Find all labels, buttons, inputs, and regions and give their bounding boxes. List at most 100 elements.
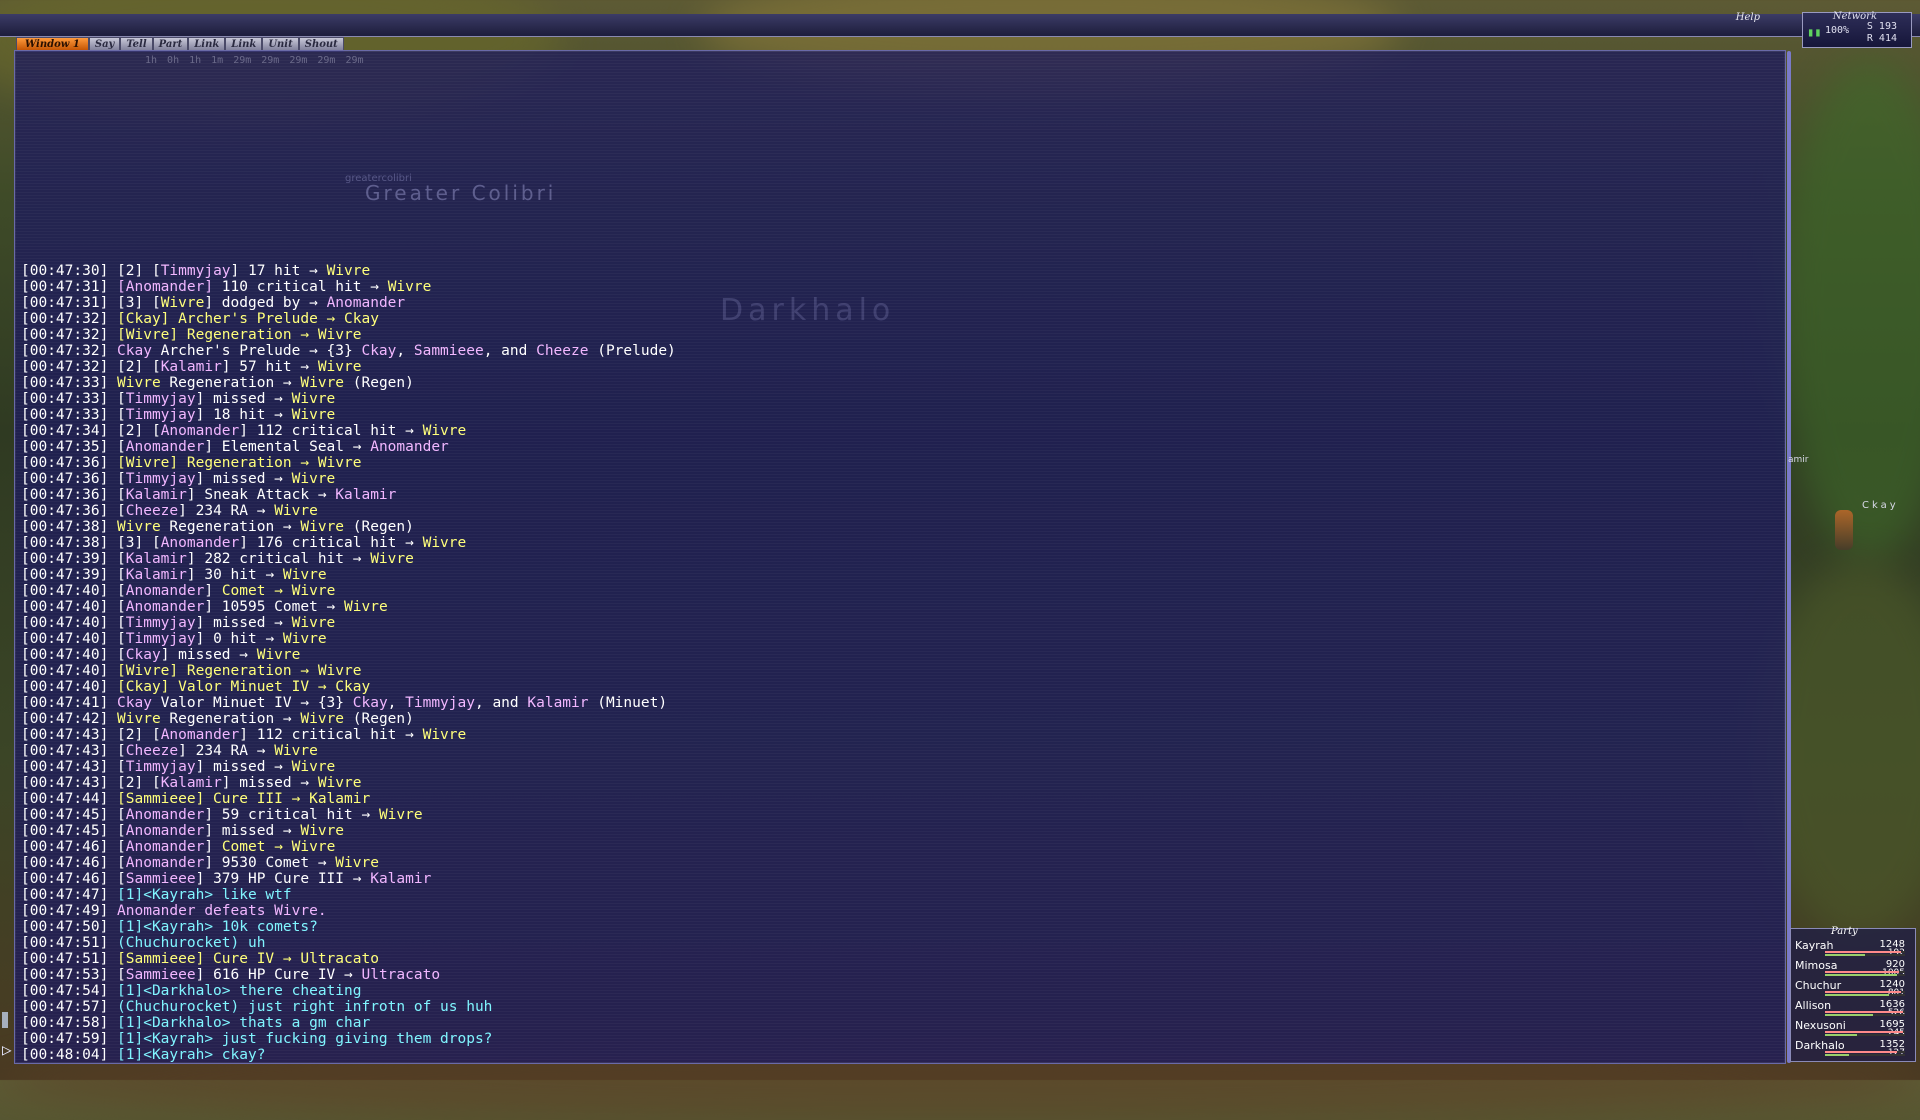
party-member[interactable]: Mimosa 920 1005 <box>1795 959 1911 979</box>
party-member-mp: 1005 <box>1882 968 1905 978</box>
chat-segment: Wivre <box>344 599 388 615</box>
chat-segment: [00:47:47] <box>21 887 118 903</box>
chat-segment: Archer's Prelude → {3} <box>151 343 362 359</box>
chat-segment: Wivre <box>291 391 336 407</box>
chat-segment: Ckay <box>117 343 152 359</box>
buff-timer: 29m <box>261 55 280 66</box>
chat-segment: Kalamir <box>527 695 589 711</box>
chat-segment: [00:47:46] [ <box>21 855 126 871</box>
chat-segment: ] missed → <box>160 647 257 663</box>
chat-line: [00:47:45] [Anomander] 59 critical hit →… <box>21 807 676 823</box>
help-label[interactable]: Help <box>1736 12 1760 23</box>
chat-segment: [00:47:40] [ <box>21 583 126 599</box>
mp-bar <box>1825 1054 1905 1056</box>
chat-segment: [00:47:40] [ <box>21 615 126 631</box>
chat-segment: Ckay <box>117 695 152 711</box>
chat-line: [00:47:36] [Kalamir] Sneak Attack → Kala… <box>21 487 676 503</box>
chat-segment: [00:47:36] <box>21 455 118 471</box>
chat-segment: [00:47:39] [ <box>21 567 126 583</box>
chat-line: [00:47:33] [Timmyjay] 18 hit → Wivre <box>21 407 676 423</box>
signal-icon: ▮▮ <box>1807 25 1822 39</box>
chat-segment: Ultracato <box>361 967 441 983</box>
party-member[interactable]: Nexusoni 1695 245 <box>1795 1019 1911 1039</box>
chat-segment: Wivre <box>335 855 379 871</box>
chat-line: [00:47:31] [3] [Wivre] dodged by → Anoma… <box>21 295 676 311</box>
chat-segment: , <box>396 343 414 359</box>
chat-line: [00:47:38] [3] [Anomander] 176 critical … <box>21 535 676 551</box>
chat-segment: ] 379 HP Cure III → <box>195 871 371 887</box>
chat-segment: ] 59 critical hit → <box>204 807 379 823</box>
chat-segment: Kalamir <box>370 871 432 887</box>
chat-segment: Valor Minuet IV → {3} <box>151 695 353 711</box>
chat-segment: Sammieee <box>125 871 196 887</box>
chat-segment: Sammieee <box>413 343 484 359</box>
chat-segment: [00:47:46] [ <box>21 871 126 887</box>
hp-bar <box>1825 1011 1905 1013</box>
chat-segment: (Chuchurocket) uh <box>117 935 266 951</box>
chat-segment: [1]<Kayrah> just fucking giving them dro… <box>117 1031 493 1047</box>
chat-segment: ] missed → <box>221 775 318 791</box>
mp-bar <box>1825 994 1905 996</box>
chat-scrollbar[interactable] <box>1787 51 1791 1063</box>
chat-segment: [00:47:59] <box>21 1031 118 1047</box>
chat-cursor-icon[interactable]: ▷ <box>2 1040 12 1059</box>
chat-segment: Wivre <box>256 647 301 663</box>
chat-segment: [00:47:42] <box>21 711 118 727</box>
chat-segment: [00:47:32] <box>21 343 118 359</box>
chat-segment: Wivre <box>422 535 467 551</box>
chat-line: [00:47:51] [Sammieee] Cure IV → Ultracat… <box>21 951 676 967</box>
chat-line: [00:47:40] [Anomander] Comet → Wivre <box>21 583 676 599</box>
party-member[interactable]: Kayrah 1248 192 <box>1795 939 1911 959</box>
chat-segment: Wivre <box>282 567 327 583</box>
chat-line: [00:47:41] Ckay Valor Minuet IV → {3} Ck… <box>21 695 676 711</box>
chat-segment: (Prelude) <box>588 343 676 359</box>
chat-line: [00:47:42] Wivre Regeneration → Wivre (R… <box>21 711 676 727</box>
chat-line: [00:47:50] [1]<Kayrah> 10k comets? <box>21 919 676 935</box>
chat-segment: Wivre <box>326 263 371 279</box>
chat-line: [00:47:43] [2] [Kalamir] missed → Wivre <box>21 775 676 791</box>
chat-segment: ] <box>204 839 222 855</box>
chat-segment: [00:47:51] <box>21 951 118 967</box>
chat-segment: [00:47:32] [2] [ <box>21 359 161 375</box>
chat-line: [00:47:31] [Anomander] 110 critical hit … <box>21 279 676 295</box>
chat-segment: [00:47:50] <box>21 919 118 935</box>
chat-line: [00:47:53] [Sammieee] 616 HP Cure IV → U… <box>21 967 676 983</box>
chat-segment: [00:48:04] <box>21 1047 118 1063</box>
chat-line: [00:47:34] [2] [Anomander] 112 critical … <box>21 423 676 439</box>
chat-segment: [00:47:53] [ <box>21 967 126 983</box>
chat-segment: (Regen) <box>344 711 414 727</box>
chat-segment: [00:47:36] [ <box>21 471 126 487</box>
chat-segment: [00:47:49] <box>21 903 118 919</box>
chat-segment: [00:47:33] <box>21 375 118 391</box>
chat-segment: Timmyjay <box>125 759 196 775</box>
chat-segment: Wivre <box>317 359 362 375</box>
party-member-mp: 127 <box>1887 1048 1905 1058</box>
chat-segment: Timmyjay <box>125 407 196 423</box>
party-member-mp: 526 <box>1887 1008 1905 1018</box>
party-member[interactable]: Darkhalo 1352 127 <box>1795 1039 1911 1059</box>
chat-segment: ] missed → <box>195 615 292 631</box>
chat-log-window[interactable]: 1h 0h 1h 1m 29m 29m 29m 29m 29m greatercolibri G… <box>14 50 1791 1064</box>
chat-segment: Regeneration → <box>160 375 301 391</box>
chat-segment: Anomander <box>125 279 205 295</box>
chat-segment: [00:47:46] [ <box>21 839 126 855</box>
hp-bar <box>1825 951 1905 953</box>
chat-segment: [00:47:43] [2] [ <box>21 727 161 743</box>
chat-segment: Wivre <box>300 519 345 535</box>
chat-segment: [Sammieee] Cure III → Kalamir <box>117 791 371 807</box>
chat-segment: ] 112 critical hit → <box>239 727 423 743</box>
chat-segment: [1]<Kayrah> 10k comets? <box>117 919 318 935</box>
network-send: S 193 <box>1866 21 1897 32</box>
chat-segment: (Minuet) <box>588 695 668 711</box>
chat-segment: Timmyjay <box>125 615 196 631</box>
party-member-mp: 245 <box>1887 1028 1905 1038</box>
chat-segment: Wivre <box>370 551 414 567</box>
chat-line: [00:47:32] [Wivre] Regeneration → Wivre <box>21 327 676 343</box>
chat-line: [00:47:40] [Wivre] Regeneration → Wivre <box>21 663 676 679</box>
chat-segment: [Sammieee] Cure IV → Ultracato <box>117 951 379 967</box>
chat-line: [00:47:43] [2] [Anomander] 112 critical … <box>21 727 676 743</box>
party-member[interactable]: Allison 1636 526 <box>1795 999 1911 1019</box>
chat-segment: (Chuchurocket) just right infrotn of us … <box>117 999 493 1015</box>
party-member[interactable]: Chuchur 1240 801 <box>1795 979 1911 999</box>
chat-segment: [00:47:36] [ <box>21 503 126 519</box>
